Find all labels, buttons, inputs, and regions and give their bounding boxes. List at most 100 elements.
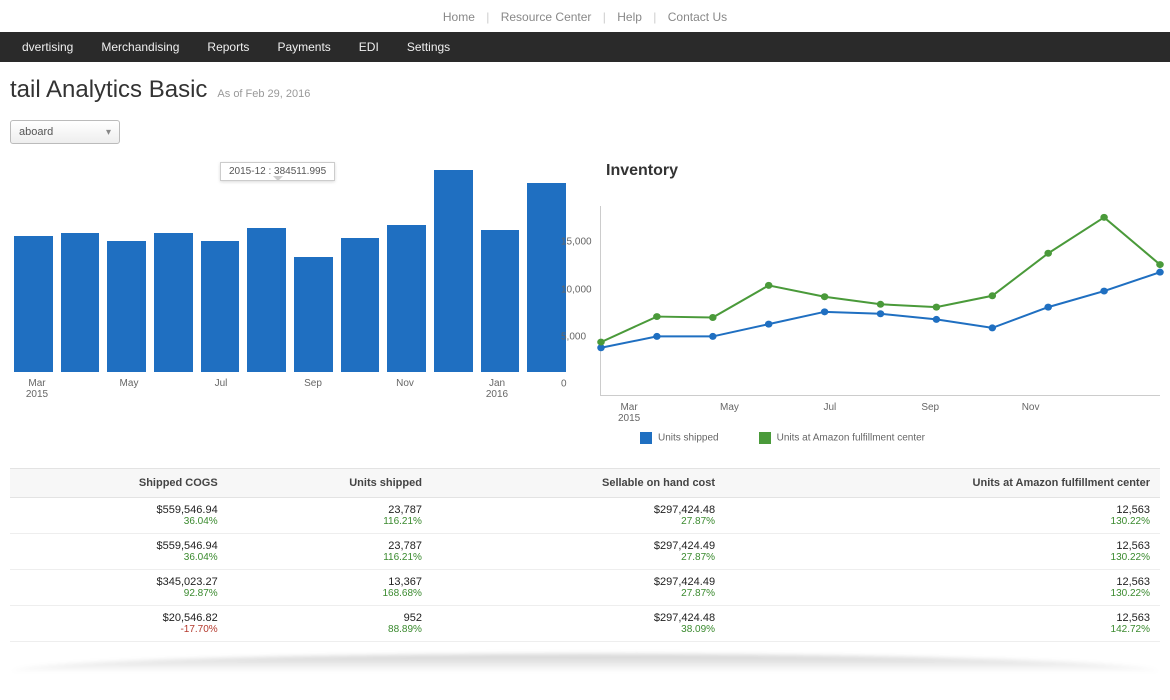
data-point[interactable] xyxy=(933,316,941,323)
yaxis-tick: 5,000 xyxy=(561,331,586,342)
xaxis-label xyxy=(654,402,704,424)
line-chart-xaxis: Mar2015MayJulSepNov xyxy=(600,402,1160,424)
xaxis-label xyxy=(855,402,905,424)
column-header[interactable]: Shipped COGS xyxy=(10,469,228,498)
nav-home[interactable]: Home xyxy=(437,10,481,24)
bar[interactable] xyxy=(527,183,566,372)
data-point[interactable] xyxy=(597,339,605,346)
xaxis-label xyxy=(1106,402,1156,424)
bar[interactable] xyxy=(481,230,520,372)
nav-separator: | xyxy=(484,10,491,24)
charts-row: 2015-12 : 384511.995 Mar2015MayJulSepNov… xyxy=(0,162,1170,454)
xaxis-label: Jul xyxy=(805,402,855,424)
bar[interactable] xyxy=(247,228,286,372)
data-point[interactable] xyxy=(821,308,829,315)
xaxis-label: Jan2016 xyxy=(474,378,520,400)
line-series xyxy=(601,217,1160,342)
bar[interactable] xyxy=(61,233,100,372)
nav-contact[interactable]: Contact Us xyxy=(662,10,733,24)
nav-separator: | xyxy=(601,10,608,24)
data-point[interactable] xyxy=(1100,288,1108,295)
table-cell: 12,563142.72% xyxy=(725,606,1160,642)
line-chart-legend: Units shipped Units at Amazon fulfillmen… xyxy=(600,424,1160,444)
legend-label: Units at Amazon fulfillment center xyxy=(777,433,925,444)
data-point[interactable] xyxy=(709,314,717,321)
data-point[interactable] xyxy=(653,313,661,320)
yaxis-tick: 0 xyxy=(561,379,567,390)
bar[interactable] xyxy=(387,225,426,372)
table-cell: $20,546.82-17.70% xyxy=(10,606,228,642)
xaxis-label xyxy=(1056,402,1106,424)
data-point[interactable] xyxy=(765,321,773,328)
data-point[interactable] xyxy=(653,333,661,340)
menu-advertising[interactable]: dvertising xyxy=(8,40,87,54)
chevron-down-icon: ▾ xyxy=(106,127,111,138)
nav-help[interactable]: Help xyxy=(611,10,648,24)
page-title: tail Analytics Basic xyxy=(10,76,207,104)
bar[interactable] xyxy=(201,241,240,372)
data-point[interactable] xyxy=(877,310,885,317)
data-point[interactable] xyxy=(1100,214,1108,221)
line-chart[interactable]: 05,00010,00015,000 xyxy=(600,206,1160,396)
view-selector-label: aboard xyxy=(19,126,53,138)
yaxis-tick: 10,000 xyxy=(561,284,592,295)
table-cell: $559,546.9436.04% xyxy=(10,498,228,534)
data-point[interactable] xyxy=(877,301,885,308)
data-point[interactable] xyxy=(933,304,941,311)
data-point[interactable] xyxy=(1044,250,1052,257)
table-row: $20,546.82-17.70%95288.89%$297,424.4838.… xyxy=(10,606,1160,642)
legend-swatch-blue xyxy=(640,432,652,444)
table-cell: $297,424.4827.87% xyxy=(432,498,725,534)
column-header[interactable]: Units shipped xyxy=(228,469,432,498)
bar[interactable] xyxy=(154,233,193,372)
inventory-chart-panel: Inventory 05,00010,00015,000 Mar2015MayJ… xyxy=(600,162,1160,444)
legend-units-shipped: Units shipped xyxy=(640,432,719,444)
data-point[interactable] xyxy=(1156,261,1164,268)
inventory-chart-title: Inventory xyxy=(606,162,1160,180)
column-header[interactable]: Sellable on hand cost xyxy=(432,469,725,498)
data-point[interactable] xyxy=(1156,269,1164,276)
table-cell: 12,563130.22% xyxy=(725,498,1160,534)
menu-settings[interactable]: Settings xyxy=(393,40,464,54)
bar[interactable] xyxy=(294,257,333,373)
xaxis-label xyxy=(955,402,1005,424)
menu-reports[interactable]: Reports xyxy=(193,40,263,54)
line-series xyxy=(601,272,1160,348)
menu-payments[interactable]: Payments xyxy=(263,40,344,54)
menu-merchandising[interactable]: Merchandising xyxy=(87,40,193,54)
main-menu-bar: dvertising Merchandising Reports Payment… xyxy=(0,32,1170,62)
nav-separator: | xyxy=(651,10,658,24)
page-header: tail Analytics Basic As of Feb 29, 2016 xyxy=(0,62,1170,110)
xaxis-label: May xyxy=(106,378,152,400)
view-selector[interactable]: aboard ▾ xyxy=(10,120,120,144)
bar[interactable] xyxy=(341,238,380,372)
bar[interactable] xyxy=(107,241,146,372)
table-cell: 12,563130.22% xyxy=(725,570,1160,606)
menu-edi[interactable]: EDI xyxy=(345,40,393,54)
nav-resource-center[interactable]: Resource Center xyxy=(495,10,598,24)
data-point[interactable] xyxy=(709,333,717,340)
legend-units-fulfillment: Units at Amazon fulfillment center xyxy=(759,432,925,444)
xaxis-label xyxy=(152,378,198,400)
bar[interactable] xyxy=(14,236,53,373)
table-body: $559,546.9436.04%23,787116.21%$297,424.4… xyxy=(10,498,1160,642)
bar-chart-panel: 2015-12 : 384511.995 Mar2015MayJulSepNov… xyxy=(10,162,570,444)
bar-chart-area: 2015-12 : 384511.995 Mar2015MayJulSepNov… xyxy=(10,162,570,402)
data-point[interactable] xyxy=(989,292,997,299)
column-header[interactable]: Units at Amazon fulfillment center xyxy=(725,469,1160,498)
data-point[interactable] xyxy=(765,282,773,289)
xaxis-label: Jul xyxy=(198,378,244,400)
bar-chart[interactable] xyxy=(10,162,570,372)
table-cell: $297,424.4927.87% xyxy=(432,534,725,570)
table-cell: $297,424.4927.87% xyxy=(432,570,725,606)
xaxis-label: Nov xyxy=(1006,402,1056,424)
bar[interactable] xyxy=(434,170,473,372)
data-point[interactable] xyxy=(989,324,997,331)
xaxis-label: Sep xyxy=(905,402,955,424)
table-cell: 23,787116.21% xyxy=(228,498,432,534)
xaxis-label: Mar2015 xyxy=(604,402,654,424)
xaxis-label xyxy=(428,378,474,400)
data-point[interactable] xyxy=(1044,304,1052,311)
xaxis-label: Sep xyxy=(290,378,336,400)
data-point[interactable] xyxy=(821,293,829,300)
